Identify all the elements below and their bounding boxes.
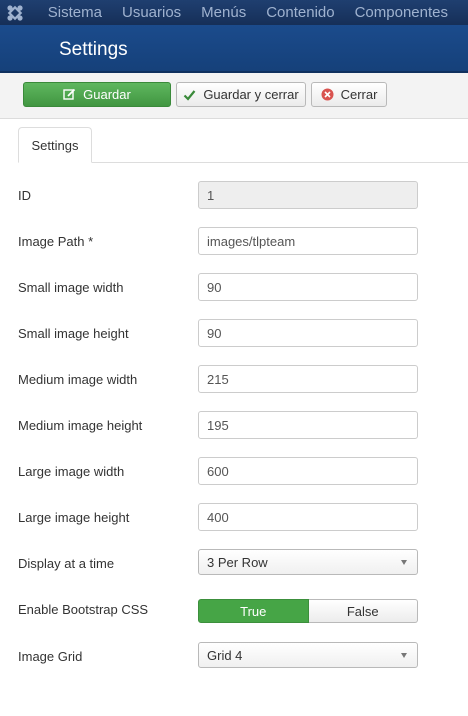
image-path-input[interactable]: images/tlpteam	[198, 227, 418, 255]
image-path-label: Image Path *	[18, 234, 94, 249]
menu-menus[interactable]: Menús	[201, 4, 246, 21]
field-row-image-grid: Image Grid Grid 4	[0, 642, 468, 672]
bootstrap-true-option[interactable]: True	[198, 599, 309, 623]
small-height-input[interactable]: 90	[198, 319, 418, 347]
top-nav: Sistema Usuarios Menús Contenido Compone…	[0, 0, 468, 25]
large-height-label: Large image height	[18, 510, 130, 525]
small-height-label: Small image height	[18, 326, 129, 341]
field-row-large-height: Large image height 400	[0, 503, 468, 533]
edit-icon	[63, 88, 76, 101]
field-row-large-width: Large image width 600	[0, 457, 468, 487]
medium-height-input[interactable]: 195	[198, 411, 418, 439]
field-row-small-height: Small image height 90	[0, 319, 468, 349]
save-button[interactable]: Guardar	[23, 82, 171, 107]
field-row-image-path: Image Path * images/tlpteam	[0, 227, 468, 257]
menu-componentes[interactable]: Componentes	[355, 4, 448, 21]
medium-width-input[interactable]: 215	[198, 365, 418, 393]
large-height-input[interactable]: 400	[198, 503, 418, 531]
check-icon	[183, 89, 196, 101]
id-label: ID	[18, 188, 31, 203]
chevron-down-icon	[401, 653, 407, 658]
menu-usuarios[interactable]: Usuarios	[122, 4, 181, 21]
title-bar: Settings	[0, 25, 468, 73]
bootstrap-label: Enable Bootstrap CSS	[18, 602, 149, 617]
chevron-down-icon	[401, 560, 407, 565]
field-row-medium-height: Medium image height 195	[0, 411, 468, 441]
close-button[interactable]: Cerrar	[311, 82, 387, 107]
field-row-medium-width: Medium image width 215	[0, 365, 468, 395]
joomla-logo-icon[interactable]	[0, 0, 31, 25]
field-row-small-width: Small image width 90	[0, 273, 468, 303]
image-grid-select[interactable]: Grid 4	[198, 642, 418, 668]
toolbar: Guardar Guardar y cerrar Cerrar	[0, 73, 468, 119]
display-select[interactable]: 3 Per Row	[198, 549, 418, 575]
save-and-close-label: Guardar y cerrar	[203, 87, 299, 102]
display-selected-value: 3 Per Row	[207, 555, 268, 570]
field-row-display: Display at a time 3 Per Row	[0, 549, 468, 579]
image-grid-label: Image Grid	[18, 649, 83, 664]
large-width-input[interactable]: 600	[198, 457, 418, 485]
small-width-label: Small image width	[18, 280, 124, 295]
save-label: Guardar	[83, 87, 131, 102]
save-and-close-button[interactable]: Guardar y cerrar	[176, 82, 306, 107]
image-grid-selected-value: Grid 4	[207, 648, 243, 663]
id-field: 1	[198, 181, 418, 209]
medium-width-label: Medium image width	[18, 372, 138, 387]
menu-sistema[interactable]: Sistema	[48, 4, 102, 21]
bootstrap-false-option[interactable]: False	[308, 599, 418, 623]
bootstrap-toggle: True False	[198, 599, 418, 623]
menu-contenido[interactable]: Contenido	[266, 4, 334, 21]
display-label: Display at a time	[18, 556, 115, 571]
large-width-label: Large image width	[18, 464, 125, 479]
cancel-circle-icon	[321, 88, 334, 101]
field-row-bootstrap: Enable Bootstrap CSS True False	[0, 599, 468, 629]
medium-height-label: Medium image height	[18, 418, 143, 433]
field-row-id: ID 1	[0, 181, 468, 211]
page-title: Settings	[59, 39, 128, 60]
close-label: Cerrar	[340, 87, 378, 102]
tab-settings[interactable]: Settings	[18, 127, 92, 163]
small-width-input[interactable]: 90	[198, 273, 418, 301]
